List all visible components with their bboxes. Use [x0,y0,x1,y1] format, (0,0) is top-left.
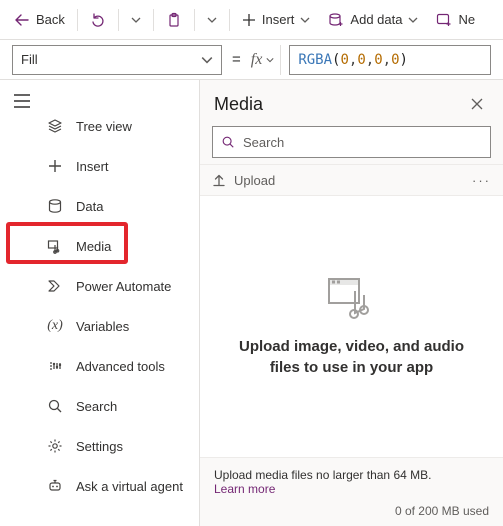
nav-label: Variables [76,319,129,334]
chevron-down-icon [266,56,274,64]
paste-more-button[interactable] [199,4,225,36]
nav-label: Media [76,239,111,254]
nav-label: Power Automate [76,279,171,294]
screen-plus-icon [436,12,452,28]
flow-icon [46,278,64,294]
chevron-down-icon [131,15,141,25]
upload-button[interactable]: Upload [212,173,275,188]
layers-icon [46,118,64,134]
new-screen-button[interactable]: Ne [428,4,483,36]
new-label: Ne [458,12,475,27]
insert-button[interactable]: Insert [234,4,319,36]
nav-settings[interactable]: Settings [44,426,199,466]
pane-title: Media [214,94,263,115]
search-placeholder: Search [243,135,284,150]
pane-toolbar: Upload ··· [200,164,503,196]
separator [77,9,78,31]
empty-state: Upload image, video, and audio files to … [200,196,503,457]
equals-sign: = [230,51,243,68]
chevron-down-icon [408,15,418,25]
undo-icon [90,12,106,28]
nav-label: Data [76,199,103,214]
bot-icon [46,478,64,494]
search-wrap: Search [200,122,503,164]
nav-label: Insert [76,159,109,174]
separator [153,9,154,31]
back-label: Back [36,12,65,27]
nav-label: Ask a virtual agent [76,479,183,494]
learn-more-link[interactable]: Learn more [214,482,275,496]
usage-text: 0 of 200 MB used [214,504,489,518]
formula-fn: RGBA [298,52,332,68]
add-data-label: Add data [350,12,402,27]
empty-text: Upload image, video, and audio files to … [226,337,477,378]
left-nav: Tree view Insert Data Media Power Automa… [44,80,199,526]
database-icon [46,198,64,214]
nav-media[interactable]: Media [44,226,199,266]
close-button[interactable] [465,92,489,116]
tools-icon [46,358,64,374]
pane-header: Media [200,80,503,122]
chevron-down-icon [300,15,310,25]
chevron-down-icon [201,54,213,66]
nav-virtual-agent[interactable]: Ask a virtual agent [44,466,199,506]
upload-label: Upload [234,173,275,188]
media-empty-icon [325,275,379,337]
insert-label: Insert [262,12,295,27]
more-button[interactable]: ··· [472,173,491,188]
upload-icon [212,173,226,187]
media-pane: Media Search Upload ··· Upload image, vi… [199,80,503,526]
gear-icon [46,438,64,454]
main-area: Tree view Insert Data Media Power Automa… [0,80,503,526]
nav-label: Search [76,399,117,414]
back-button[interactable]: Back [6,4,73,36]
nav-label: Settings [76,439,123,454]
paste-button[interactable] [158,4,190,36]
undo-more-button[interactable] [123,4,149,36]
separator [194,9,195,31]
nav-data[interactable]: Data [44,186,199,226]
nav-insert[interactable]: Insert [44,146,199,186]
media-icon [46,238,64,254]
database-icon [328,12,344,28]
formula-input[interactable]: RGBA(0, 0, 0, 0) [289,45,491,75]
nav-label: Tree view [76,119,132,134]
hamburger-rail [0,80,44,526]
command-bar: Back Insert Add data [0,0,503,40]
plus-icon [242,13,256,27]
variable-icon: (x) [46,318,64,334]
separator [118,9,119,31]
search-icon [46,398,64,414]
nav-tree-view[interactable]: Tree view [44,106,199,146]
nav-power-automate[interactable]: Power Automate [44,266,199,306]
nav-variables[interactable]: (x) Variables [44,306,199,346]
add-data-button[interactable]: Add data [320,4,426,36]
back-arrow-icon [14,12,30,28]
formula-bar: Fill = fx RGBA(0, 0, 0, 0) [0,40,503,80]
pane-footer: Upload media files no larger than 64 MB.… [200,457,503,526]
chevron-down-icon [207,15,217,25]
paste-icon [166,12,182,28]
nav-label: Advanced tools [76,359,165,374]
footer-text: Upload media files no larger than 64 MB. [214,468,489,482]
property-dropdown[interactable]: Fill [12,45,222,75]
search-input[interactable]: Search [212,126,491,158]
search-icon [221,135,235,149]
hamburger-icon[interactable] [13,94,31,108]
nav-search[interactable]: Search [44,386,199,426]
property-value: Fill [21,52,38,67]
nav-advanced-tools[interactable]: Advanced tools [44,346,199,386]
separator [229,9,230,31]
plus-icon [46,159,64,173]
undo-button[interactable] [82,4,114,36]
fx-label[interactable]: fx [251,45,282,75]
close-icon [470,97,484,111]
